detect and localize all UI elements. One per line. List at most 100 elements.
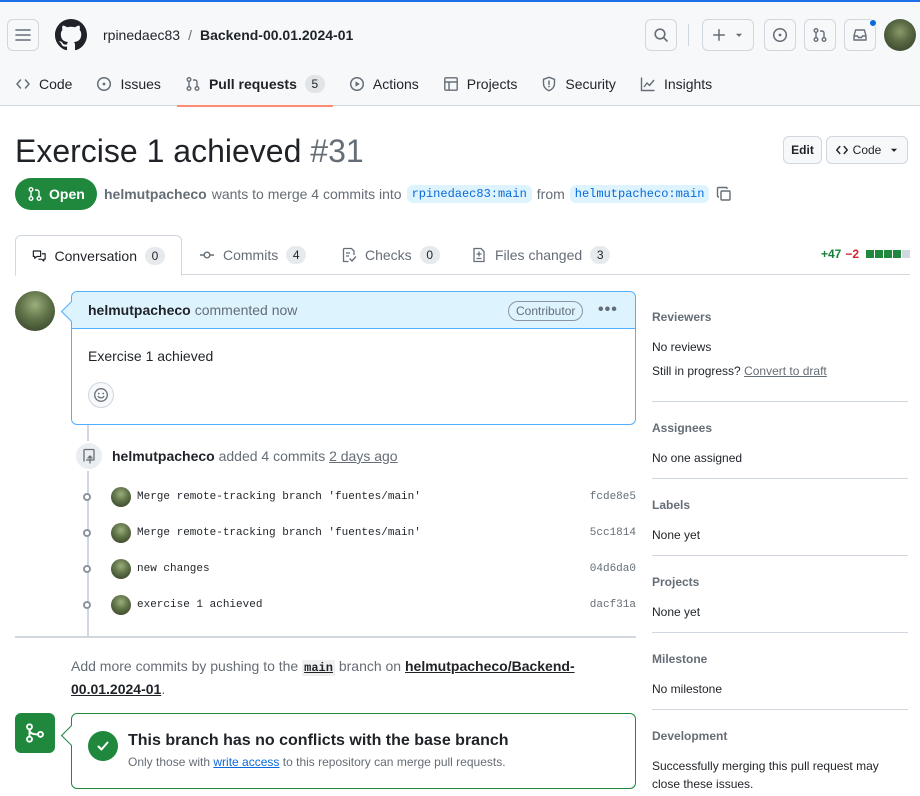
diffstat-box bbox=[893, 250, 901, 258]
pull-request-icon bbox=[186, 77, 200, 91]
triangle-down-icon bbox=[891, 148, 898, 152]
commit-row: new changes 04d6da0 bbox=[78, 558, 636, 580]
tab-code[interactable]: Code bbox=[7, 66, 80, 102]
commit-avatar[interactable] bbox=[111, 523, 131, 543]
convert-to-draft-link[interactable]: Convert to draft bbox=[744, 364, 827, 378]
pull-request-icon bbox=[28, 187, 42, 201]
commit-sha-link[interactable]: 5cc1814 bbox=[590, 527, 636, 539]
tab-label: Files changed bbox=[495, 247, 583, 263]
user-avatar[interactable] bbox=[884, 19, 916, 51]
assignees-value: No one assigned bbox=[652, 451, 743, 465]
event-action: added 4 commits bbox=[218, 448, 326, 464]
git-commit-icon bbox=[78, 598, 96, 612]
add-reaction-button[interactable] bbox=[88, 382, 114, 408]
git-pull-request-icon bbox=[813, 28, 827, 42]
checklist-icon bbox=[342, 247, 357, 263]
play-icon bbox=[349, 76, 364, 92]
base-branch[interactable]: rpinedaec83:main bbox=[406, 185, 532, 203]
tab-label: Security bbox=[565, 76, 616, 92]
development-heading[interactable]: Development bbox=[652, 729, 908, 743]
assignees-heading[interactable]: Assignees bbox=[652, 421, 908, 435]
projects-heading[interactable]: Projects bbox=[652, 575, 908, 589]
git-commit-icon bbox=[200, 251, 214, 259]
commit-message-link[interactable]: Merge remote-tracking branch 'fuentes/ma… bbox=[137, 491, 590, 503]
push-branch[interactable]: main bbox=[302, 660, 335, 676]
commit-avatar[interactable] bbox=[111, 487, 131, 507]
head-branch[interactable]: helmutpacheco:main bbox=[569, 185, 710, 203]
event-time-link[interactable]: 2 days ago bbox=[329, 448, 398, 464]
commit-sha-link[interactable]: dacf31a bbox=[590, 599, 636, 611]
triangle-down-icon bbox=[735, 33, 743, 37]
projects-value: None yet bbox=[652, 605, 701, 619]
comment-box: helmutpacheco commented now Contributor … bbox=[71, 291, 636, 425]
push-note-prefix: Add more commits by pushing to the bbox=[71, 658, 299, 674]
tab-files-changed[interactable]: Files changed 3 bbox=[455, 235, 626, 275]
code-icon bbox=[16, 79, 30, 89]
commit-sha-link[interactable]: fcde8e5 bbox=[590, 491, 636, 503]
reviewers-heading[interactable]: Reviewers bbox=[652, 310, 908, 324]
tab-label: Insights bbox=[663, 76, 713, 92]
edit-button[interactable]: Edit bbox=[783, 136, 822, 164]
breadcrumb-separator: / bbox=[188, 27, 192, 43]
timeline-event: helmutpacheco added 4 commits 2 days ago bbox=[112, 448, 398, 464]
diffstat-box bbox=[902, 250, 910, 258]
table-icon bbox=[443, 77, 458, 91]
code-dropdown-button[interactable]: Code bbox=[826, 136, 908, 164]
tab-insights[interactable]: Insights bbox=[632, 66, 720, 102]
menu-button[interactable] bbox=[7, 19, 39, 51]
contributor-badge: Contributor bbox=[508, 301, 584, 321]
commit-sha-link[interactable]: 04d6da0 bbox=[590, 563, 636, 575]
search-icon bbox=[654, 28, 668, 42]
labels-heading[interactable]: Labels bbox=[652, 498, 908, 512]
github-logo-icon[interactable] bbox=[55, 19, 87, 51]
labels-value: None yet bbox=[652, 528, 701, 542]
pr-author-link[interactable]: helmutpacheco bbox=[104, 186, 207, 202]
commit-message-link[interactable]: Merge remote-tracking branch 'fuentes/ma… bbox=[137, 527, 590, 539]
comment-author-link[interactable]: helmutpacheco bbox=[88, 302, 191, 318]
code-label: Code bbox=[852, 143, 882, 157]
pr-from-text: from bbox=[536, 186, 565, 202]
sidebar-divider bbox=[652, 401, 908, 402]
diffstat-box bbox=[866, 250, 874, 258]
issues-button[interactable] bbox=[764, 19, 796, 51]
check-circle-icon bbox=[88, 731, 118, 761]
copy-icon[interactable] bbox=[716, 186, 732, 202]
pull-requests-button[interactable] bbox=[804, 19, 836, 51]
comment-author-avatar[interactable] bbox=[15, 291, 55, 331]
merge-sub-prefix: Only those with bbox=[128, 755, 211, 769]
tab-checks[interactable]: Checks 0 bbox=[325, 235, 456, 275]
pull-requests-count: 5 bbox=[304, 75, 325, 93]
tab-label: Commits bbox=[223, 247, 279, 263]
reviewers-value: No reviews bbox=[652, 340, 712, 354]
git-commit-icon bbox=[78, 562, 96, 576]
tab-count: 0 bbox=[419, 246, 440, 264]
write-access-link[interactable]: write access bbox=[213, 755, 279, 769]
breadcrumb: rpinedaec83 / Backend-00.01.2024-01 bbox=[103, 27, 353, 43]
search-button[interactable] bbox=[645, 19, 677, 51]
commit-row: Merge remote-tracking branch 'fuentes/ma… bbox=[78, 522, 636, 544]
milestone-value: No milestone bbox=[652, 682, 723, 696]
tab-pull-requests[interactable]: Pull requests 5 bbox=[176, 66, 333, 107]
tab-label: Code bbox=[39, 76, 73, 92]
tab-actions[interactable]: Actions bbox=[341, 66, 427, 102]
commit-message-link[interactable]: new changes bbox=[137, 563, 590, 575]
event-author-link[interactable]: helmutpacheco bbox=[112, 448, 215, 464]
commit-avatar[interactable] bbox=[111, 559, 131, 579]
kebab-horizontal-icon[interactable]: ••• bbox=[598, 301, 618, 319]
tab-security[interactable]: Security bbox=[533, 66, 624, 102]
comment-action[interactable]: commented now bbox=[195, 302, 298, 318]
tab-conversation[interactable]: Conversation 0 bbox=[15, 235, 182, 276]
tab-projects[interactable]: Projects bbox=[435, 66, 526, 102]
sidebar-projects: Projects None yet bbox=[652, 575, 908, 621]
create-new-button[interactable] bbox=[702, 19, 754, 51]
tab-commits[interactable]: Commits 4 bbox=[183, 235, 322, 275]
commit-avatar[interactable] bbox=[111, 595, 131, 615]
tab-label: Actions bbox=[372, 76, 419, 92]
commit-message-link[interactable]: exercise 1 achieved bbox=[137, 599, 590, 611]
hamburger-icon bbox=[15, 29, 31, 41]
repo-name-link[interactable]: Backend-00.01.2024-01 bbox=[200, 27, 353, 43]
tab-issues[interactable]: Issues bbox=[88, 66, 168, 102]
repo-owner-link[interactable]: rpinedaec83 bbox=[103, 27, 180, 43]
merge-status-subtitle: Only those with write access to this rep… bbox=[128, 755, 506, 769]
milestone-heading[interactable]: Milestone bbox=[652, 652, 908, 666]
